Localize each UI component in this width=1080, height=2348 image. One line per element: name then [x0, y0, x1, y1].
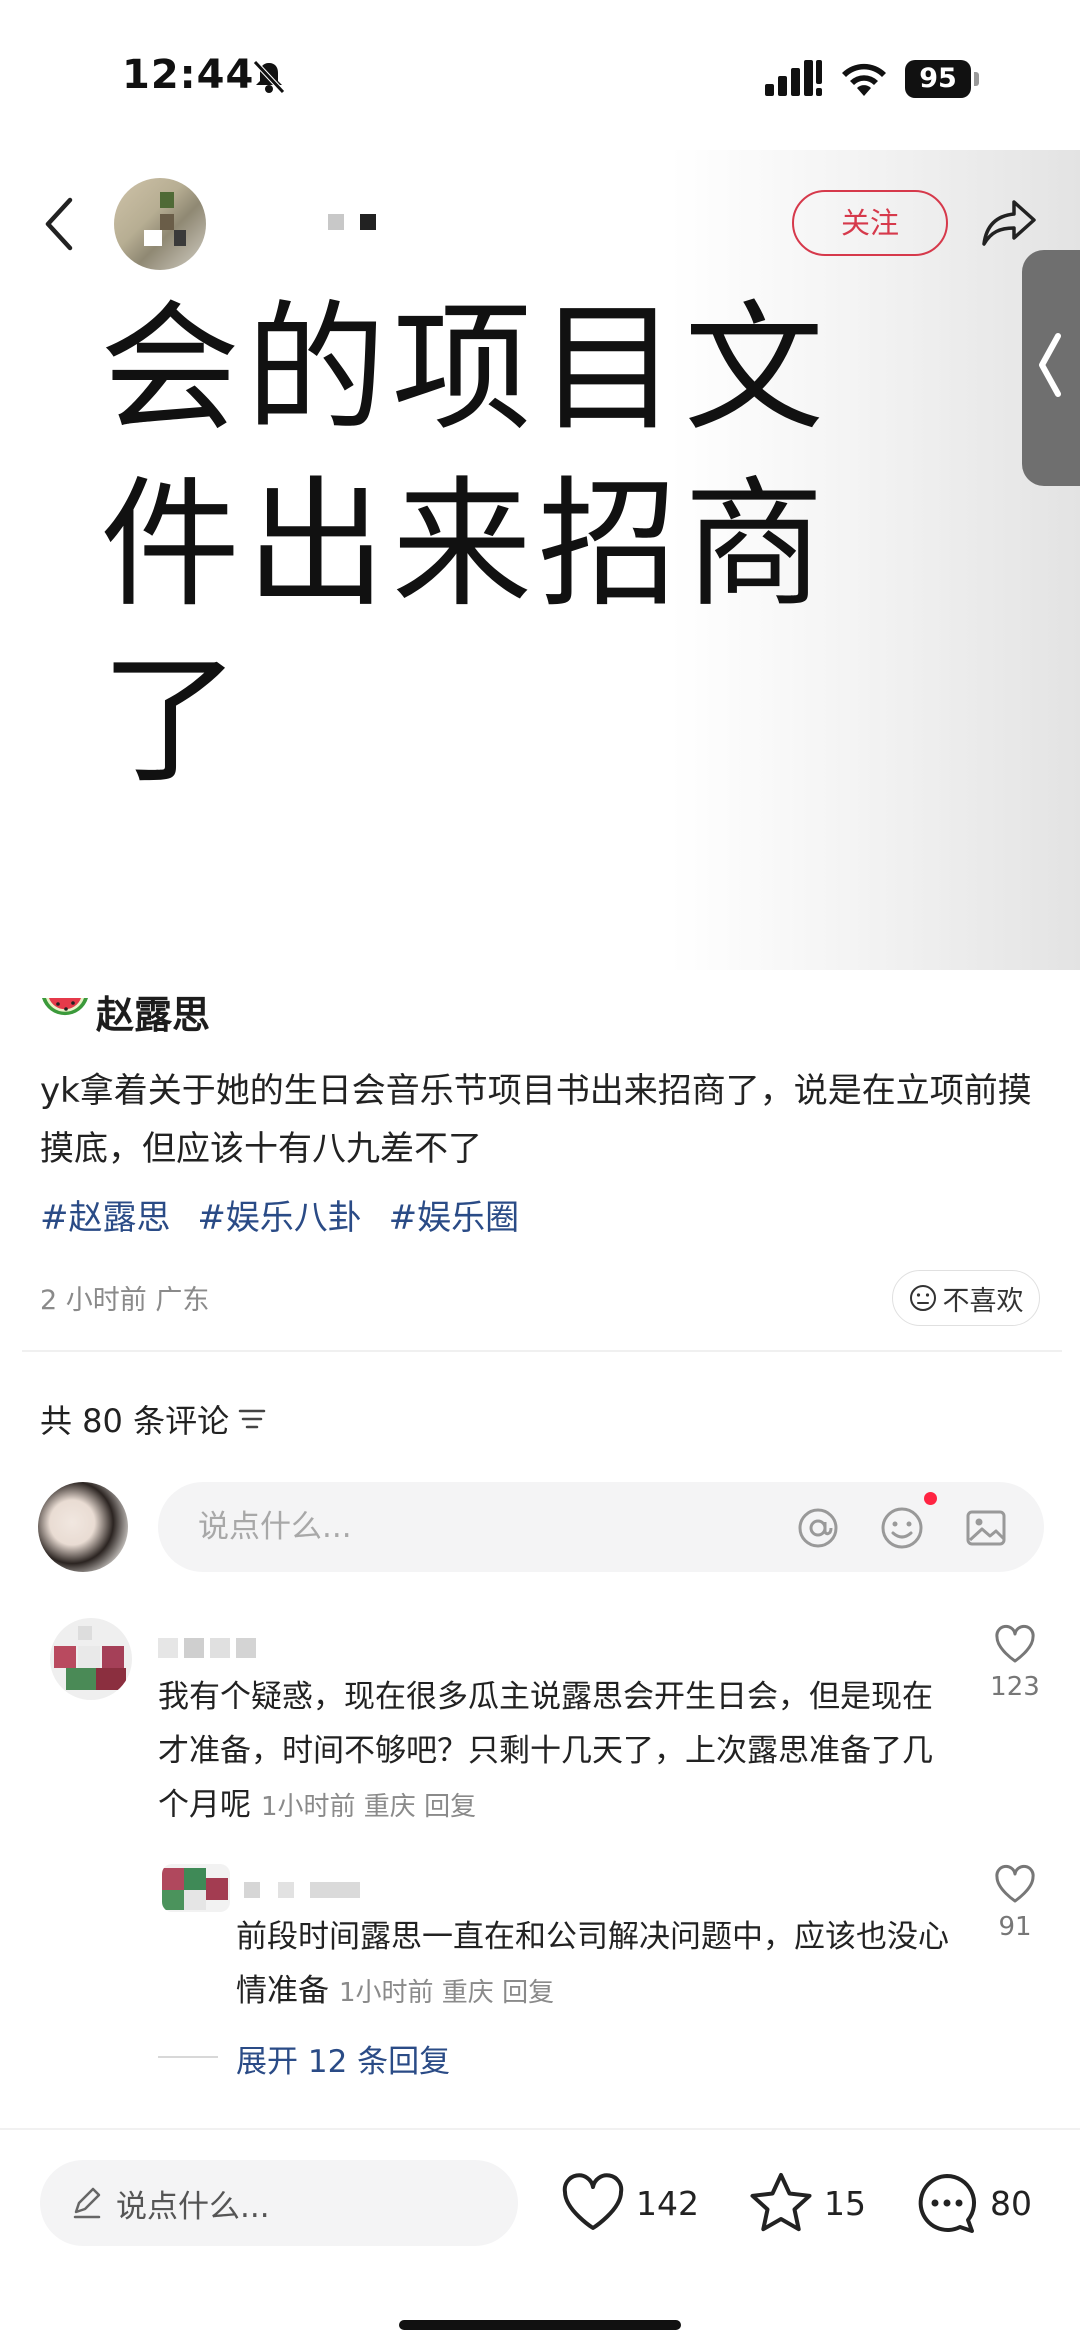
post-title-text: 赵露思 [96, 993, 211, 1037]
comment-text: 我有个疑惑，现在很多瓜主说露思会开生日会，但是现在才准备，时间不够吧？只剩十几天… [158, 1670, 958, 1834]
home-indicator[interactable] [399, 2320, 681, 2330]
bottom-divider [0, 2128, 1080, 2130]
at-icon[interactable] [794, 1504, 842, 1552]
sort-icon[interactable] [237, 1406, 267, 1432]
replier-name-redacted[interactable] [244, 1882, 364, 1904]
reply-like-button[interactable]: 91 [980, 1864, 1050, 1942]
tag-link[interactable]: #娱乐八卦 [197, 1198, 362, 1238]
back-icon[interactable] [42, 196, 76, 252]
bottom-comment-input[interactable]: 说点什么... [40, 2160, 518, 2246]
hero-line: 了 [100, 640, 247, 803]
emoji-icon[interactable] [878, 1504, 926, 1552]
tag-link[interactable]: #娱乐圈 [389, 1198, 520, 1238]
replier-avatar[interactable] [162, 1864, 230, 1912]
collapse-tab-icon [1039, 333, 1061, 397]
favorite-count: 15 [824, 2183, 866, 2223]
post-image[interactable]: 会的项目文 件出来招商 了 [0, 150, 1080, 970]
commenter-avatar[interactable] [50, 1618, 132, 1700]
comment-count[interactable]: 共 80 条评论 [40, 1396, 267, 1442]
comment-like-count: 123 [990, 1672, 1040, 1702]
watermelon-icon [42, 997, 88, 1015]
heart-icon [562, 2173, 624, 2230]
status-time: 12:44 [122, 52, 255, 98]
image-icon[interactable] [962, 1504, 1010, 1552]
hero-line: 件出来招商 [100, 464, 831, 627]
like-button[interactable]: 142 [560, 2168, 699, 2238]
reply-meta[interactable]: 1小时前 重庆 回复 [339, 1978, 554, 2008]
emoji-badge-dot [924, 1492, 937, 1505]
star-icon [750, 2173, 812, 2232]
post-image-text: 会的项目文 件出来招商 了 [100, 282, 920, 810]
collapse-tab[interactable] [1022, 250, 1080, 486]
bell-muted-icon [253, 60, 285, 94]
comment-meta[interactable]: 1小时前 重庆 回复 [261, 1792, 476, 1822]
comment-count-label: 共 80 条评论 [40, 1402, 230, 1440]
follow-button[interactable]: 关注 [792, 190, 948, 256]
my-avatar[interactable] [38, 1482, 128, 1572]
tag-link[interactable]: #赵露思 [40, 1198, 171, 1238]
reply-text: 前段时间露思一直在和公司解决问题中，应该也没心情准备 1小时前 重庆 回复 [236, 1910, 956, 2020]
post-meta: 2 小时前 广东 [40, 1285, 210, 1316]
dislike-button[interactable]: 不喜欢 [892, 1270, 1040, 1326]
status-bar: 12:44 95 [0, 0, 1080, 150]
expand-divider [158, 2056, 218, 2058]
post-title: 赵露思 [40, 984, 210, 1039]
signal-icon [765, 60, 822, 96]
comment-total: 80 [990, 2183, 1032, 2223]
wifi-icon [842, 63, 886, 96]
heart-icon [995, 1864, 1035, 1903]
comment-icon [918, 2174, 976, 2233]
favorite-button[interactable]: 15 [748, 2168, 866, 2238]
dislike-face-icon [909, 1285, 936, 1311]
battery-tip [974, 72, 979, 86]
share-icon[interactable] [980, 196, 1038, 248]
battery-indicator: 95 [905, 60, 971, 98]
commenter-name-redacted[interactable] [158, 1638, 262, 1660]
bottom-input-label: 说点什么... [116, 2188, 270, 2225]
post-tags: #赵露思 #娱乐八卦 #娱乐圈 [40, 1190, 535, 1239]
comment-button[interactable]: 80 [914, 2168, 1032, 2238]
author-avatar[interactable] [114, 178, 206, 270]
like-count: 142 [636, 2183, 699, 2223]
author-name-redacted[interactable] [328, 214, 376, 230]
comment-like-button[interactable]: 123 [980, 1624, 1050, 1702]
post-body: yk拿着关于她的生日会音乐节项目书出来招商了，说是在立项前摸摸底，但应该十有八九… [40, 1071, 1032, 1169]
heart-icon [995, 1624, 1035, 1663]
expand-replies-link[interactable]: 展开 12 条回复 [236, 2036, 450, 2081]
comment-input[interactable] [198, 1504, 698, 1550]
pencil-icon [73, 2187, 101, 2219]
comment-input-box[interactable] [158, 1482, 1044, 1572]
reply-like-count: 91 [998, 1912, 1032, 1942]
dislike-label: 不喜欢 [942, 1285, 1024, 1317]
hero-line: 会的项目文 [100, 288, 831, 451]
divider [22, 1350, 1062, 1352]
